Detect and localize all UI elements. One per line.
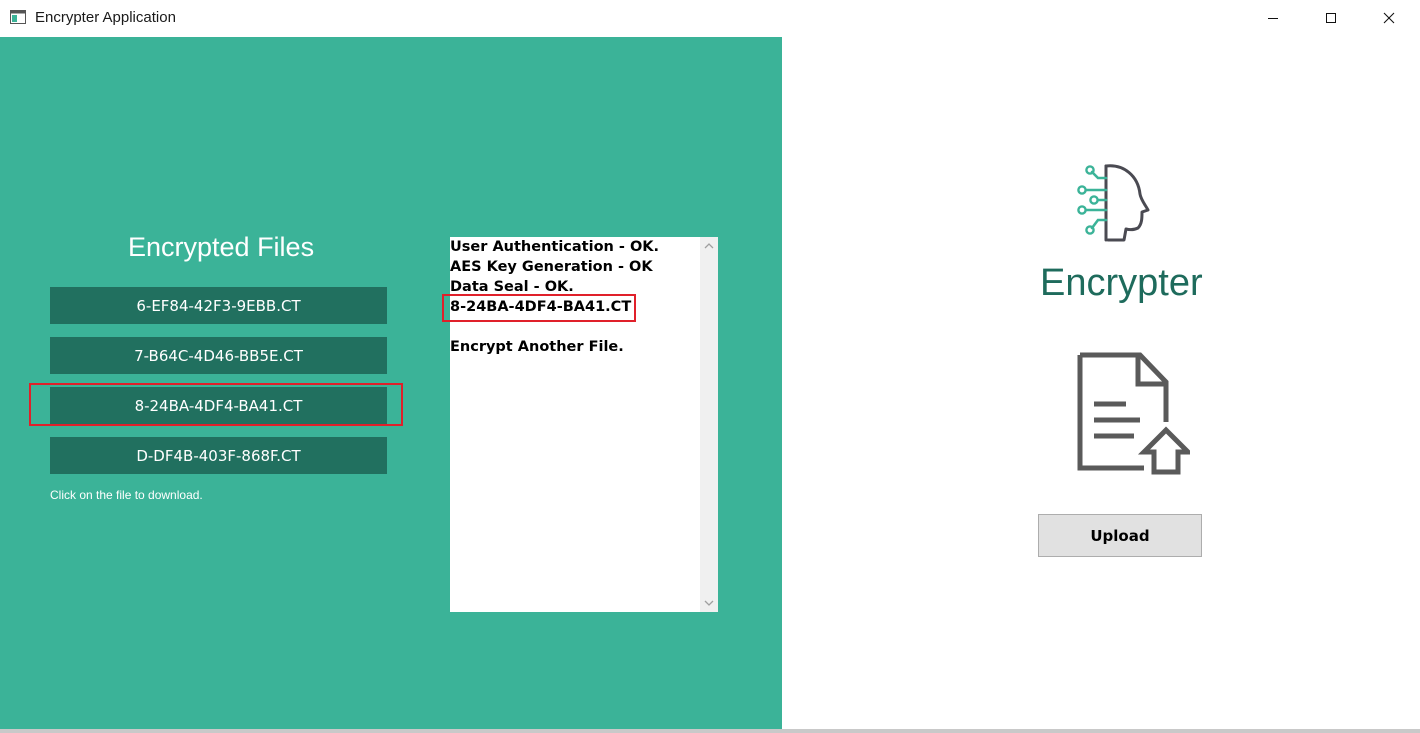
- encrypter-window: Encrypter Application Encrypted Files 6-…: [0, 0, 1420, 733]
- scroll-up-button[interactable]: [700, 237, 718, 255]
- window-bottom-edge: [0, 729, 1420, 733]
- chevron-up-icon: [704, 243, 714, 249]
- log-line: Encrypt Another File.: [450, 339, 624, 355]
- title-bar[interactable]: Encrypter Application: [0, 0, 1420, 36]
- minimize-icon: [1268, 18, 1278, 19]
- document-upload-icon: [1077, 352, 1190, 475]
- files-panel-title: Encrypted Files: [128, 232, 315, 262]
- file-button[interactable]: 6-EF84-42F3-9EBB.CT: [50, 287, 387, 324]
- app-window-icon: [10, 10, 26, 24]
- file-button[interactable]: D-DF4B-403F-868F.CT: [50, 437, 387, 474]
- close-button[interactable]: [1360, 0, 1418, 36]
- selection-highlight-file: [29, 383, 403, 426]
- upload-button[interactable]: Upload: [1038, 514, 1202, 557]
- head-circuit-icon: [1077, 164, 1150, 242]
- window-title: Encrypter Application: [35, 9, 176, 26]
- selection-highlight-log: [442, 294, 636, 322]
- log-line: User Authentication - OK.: [450, 239, 660, 255]
- brand-name: Encrypter: [1040, 262, 1203, 304]
- maximize-icon: [1326, 13, 1336, 23]
- chevron-down-icon: [704, 600, 714, 606]
- download-hint: Click on the file to download.: [50, 488, 203, 502]
- maximize-button[interactable]: [1302, 0, 1360, 36]
- log-line: AES Key Generation - OK: [450, 259, 653, 275]
- minimize-button[interactable]: [1244, 0, 1302, 36]
- scroll-down-button[interactable]: [700, 594, 718, 612]
- close-icon: [1383, 12, 1395, 24]
- log-scrollbar[interactable]: [700, 237, 718, 612]
- file-button[interactable]: 7-B64C-4D46-BB5E.CT: [50, 337, 387, 374]
